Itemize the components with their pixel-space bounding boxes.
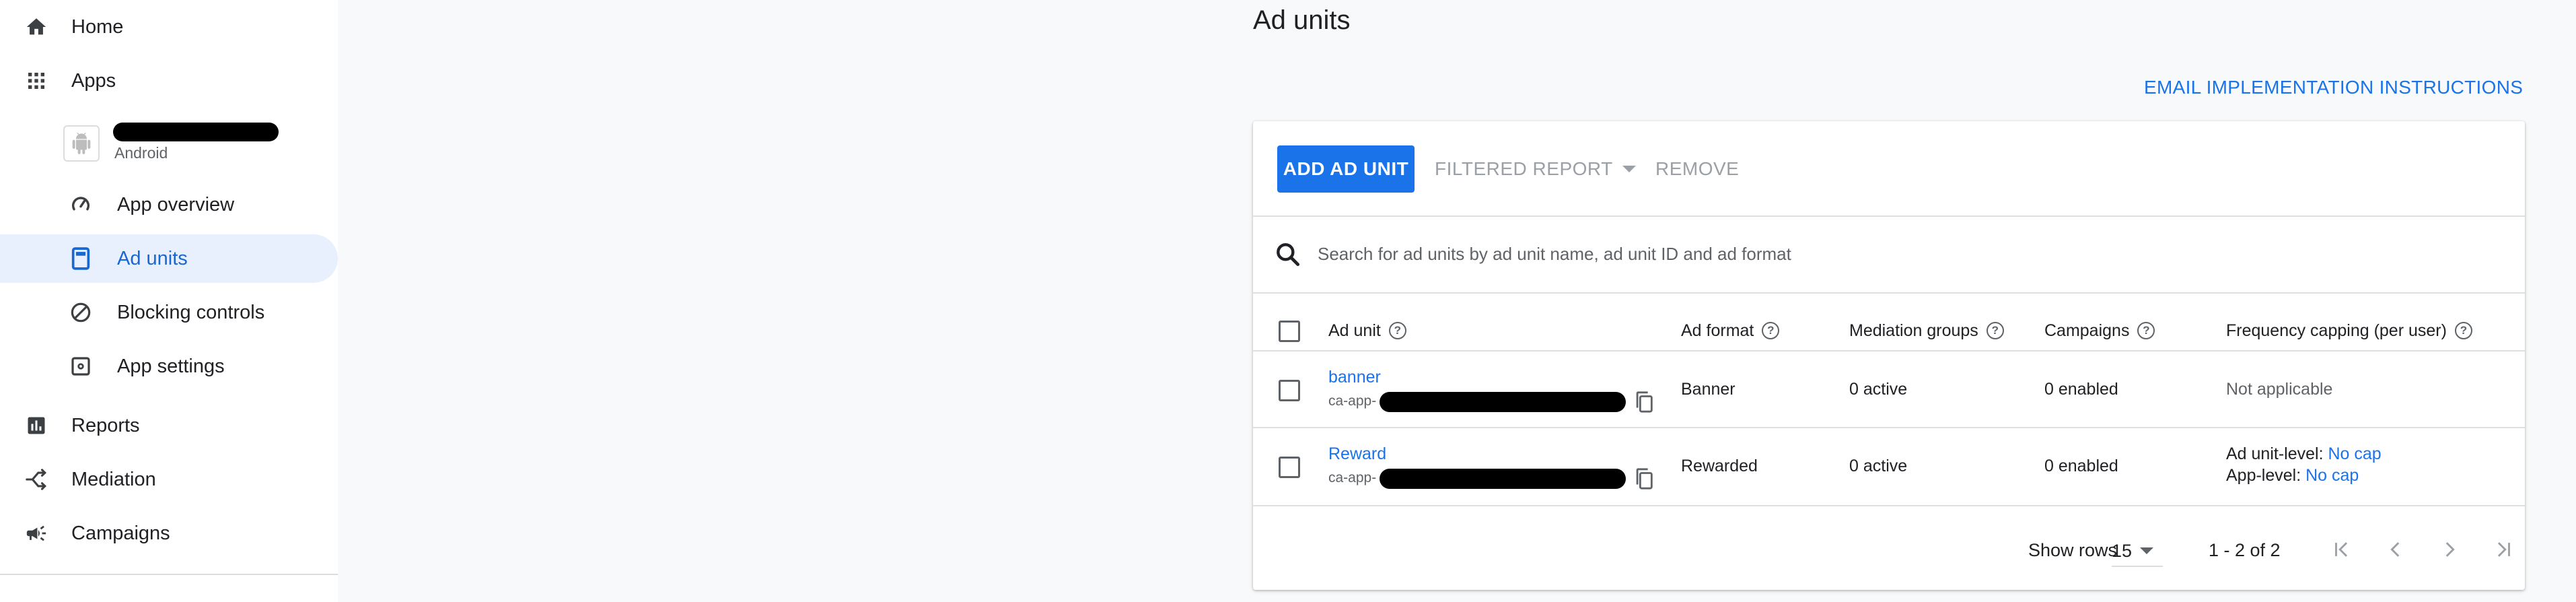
settings-icon (67, 353, 94, 380)
nav-ad-units[interactable]: Ad units (0, 234, 338, 283)
ad-unit-icon (67, 245, 94, 272)
bar-chart-icon (23, 412, 50, 439)
frequency-app-label: App-level: (2226, 466, 2301, 485)
frequency-ad-unit-label: Ad unit-level: (2226, 444, 2324, 463)
nav-reports[interactable]: Reports (0, 401, 338, 450)
row-checkbox[interactable] (1279, 380, 1300, 401)
ad-unit-no-cap-link[interactable]: No cap (2328, 444, 2381, 463)
app-platform: Android (114, 144, 168, 162)
nav-blocking-controls-label: Blocking controls (117, 301, 265, 323)
help-icon[interactable]: ? (2137, 322, 2155, 339)
nav-campaigns-label: Campaigns (71, 522, 170, 544)
mediation-status: 0 active (1849, 380, 1908, 399)
ad-unit-name-link[interactable]: Reward (1328, 444, 1386, 464)
rows-per-page-value: 15 (2112, 540, 2133, 561)
header-mediation-groups[interactable]: Mediation groups ? (1849, 294, 2004, 368)
header-campaigns-label: Campaigns (2044, 321, 2130, 340)
nav-apps[interactable]: Apps (0, 57, 338, 105)
nav-apps-label: Apps (71, 69, 116, 92)
row-checkbox[interactable] (1279, 457, 1300, 478)
home-icon (23, 13, 50, 40)
add-ad-unit-button[interactable]: ADD AD UNIT (1277, 145, 1415, 193)
caret-down-icon (1622, 166, 1636, 172)
search-input[interactable] (1318, 237, 2462, 271)
next-page-icon[interactable] (2435, 535, 2464, 564)
page-title: Ad units (1253, 5, 1351, 35)
frequency-app-level: App-level: No cap (2226, 466, 2359, 486)
pagination-range: 1 - 2 of 2 (2209, 540, 2281, 560)
selected-app[interactable]: Android (63, 121, 319, 170)
nav-home[interactable]: Home (0, 3, 338, 51)
ad-unit-id: ca-app- (1328, 470, 1377, 486)
previous-page-icon[interactable] (2381, 535, 2410, 564)
help-icon[interactable]: ? (2454, 322, 2472, 339)
header-mediation-label: Mediation groups (1849, 321, 1978, 340)
campaigns-status: 0 enabled (2044, 380, 2118, 399)
block-icon (67, 299, 94, 326)
search-icon (1273, 240, 1303, 269)
help-icon[interactable]: ? (1388, 322, 1406, 339)
nav-ad-units-label: Ad units (117, 247, 188, 269)
divider (1253, 427, 2525, 428)
header-ad-unit[interactable]: Ad unit ? (1328, 294, 1406, 368)
divider (1253, 350, 2525, 352)
mediation-status: 0 active (1849, 457, 1908, 475)
sidebar-divider (0, 574, 338, 575)
nav-app-settings[interactable]: App settings (0, 342, 338, 391)
filtered-report-button[interactable]: FILTERED REPORT (1435, 145, 1636, 193)
email-instructions-link[interactable]: EMAIL IMPLEMENTATION INSTRUCTIONS (2144, 77, 2523, 98)
header-ad-unit-label: Ad unit (1328, 321, 1381, 340)
nav-home-label: Home (71, 15, 124, 38)
search-bar (1253, 217, 2525, 292)
header-frequency-capping[interactable]: Frequency capping (per user) ? (2226, 294, 2472, 368)
caret-down-icon (2140, 547, 2154, 554)
header-frequency-label: Frequency capping (per user) (2226, 321, 2447, 340)
ad-format: Rewarded (1681, 457, 1758, 475)
ad-unit-id: ca-app- (1328, 393, 1377, 409)
frequency-capping: Not applicable (2226, 380, 2333, 399)
last-page-icon[interactable] (2489, 535, 2518, 564)
ad-unit-name-link[interactable]: banner (1328, 368, 1381, 387)
copy-icon[interactable] (1634, 467, 1657, 493)
remove-button[interactable]: REMOVE (1655, 145, 1739, 193)
campaigns-status: 0 enabled (2044, 457, 2118, 475)
header-campaigns[interactable]: Campaigns ? (2044, 294, 2155, 368)
apps-grid-icon (23, 67, 50, 94)
megaphone-icon (23, 520, 50, 547)
app-no-cap-link[interactable]: No cap (2305, 466, 2359, 485)
android-icon (63, 125, 100, 162)
nav-mediation-label: Mediation (71, 468, 156, 490)
select-all-checkbox[interactable] (1279, 321, 1300, 342)
ad-format: Banner (1681, 380, 1736, 399)
help-icon[interactable]: ? (1762, 322, 1780, 339)
nav-app-overview-label: App overview (117, 193, 235, 215)
divider (1253, 505, 2525, 506)
toolbar: ADD AD UNIT FILTERED REPORT REMOVE (1253, 121, 2525, 215)
filtered-report-label: FILTERED REPORT (1435, 158, 1613, 179)
nav-reports-label: Reports (71, 414, 140, 436)
first-page-icon[interactable] (2327, 535, 2357, 564)
redacted-app-name (113, 123, 279, 141)
copy-icon[interactable] (1634, 391, 1657, 416)
nav-blocking-controls[interactable]: Blocking controls (0, 288, 338, 337)
nav-campaigns[interactable]: Campaigns (0, 509, 338, 558)
mediation-icon (23, 466, 50, 493)
redacted-ad-unit-id (1380, 469, 1626, 489)
nav-app-settings-label: App settings (117, 355, 225, 377)
sidebar: Home Apps Android App overview Ad units … (0, 0, 338, 602)
speedometer-icon (67, 191, 94, 218)
header-ad-format-label: Ad format (1681, 321, 1754, 340)
ad-units-card: ADD AD UNIT FILTERED REPORT REMOVE Ad un… (1253, 121, 2525, 590)
nav-app-overview[interactable]: App overview (0, 180, 338, 229)
help-icon[interactable]: ? (1986, 322, 2004, 339)
rows-per-page-select[interactable]: 15 (2112, 536, 2163, 567)
show-rows-label: Show rows (2028, 540, 2118, 560)
frequency-ad-unit-level: Ad unit-level: No cap (2226, 444, 2382, 464)
nav-mediation[interactable]: Mediation (0, 455, 338, 504)
header-ad-format[interactable]: Ad format ? (1681, 294, 1780, 368)
redacted-ad-unit-id (1380, 392, 1626, 412)
